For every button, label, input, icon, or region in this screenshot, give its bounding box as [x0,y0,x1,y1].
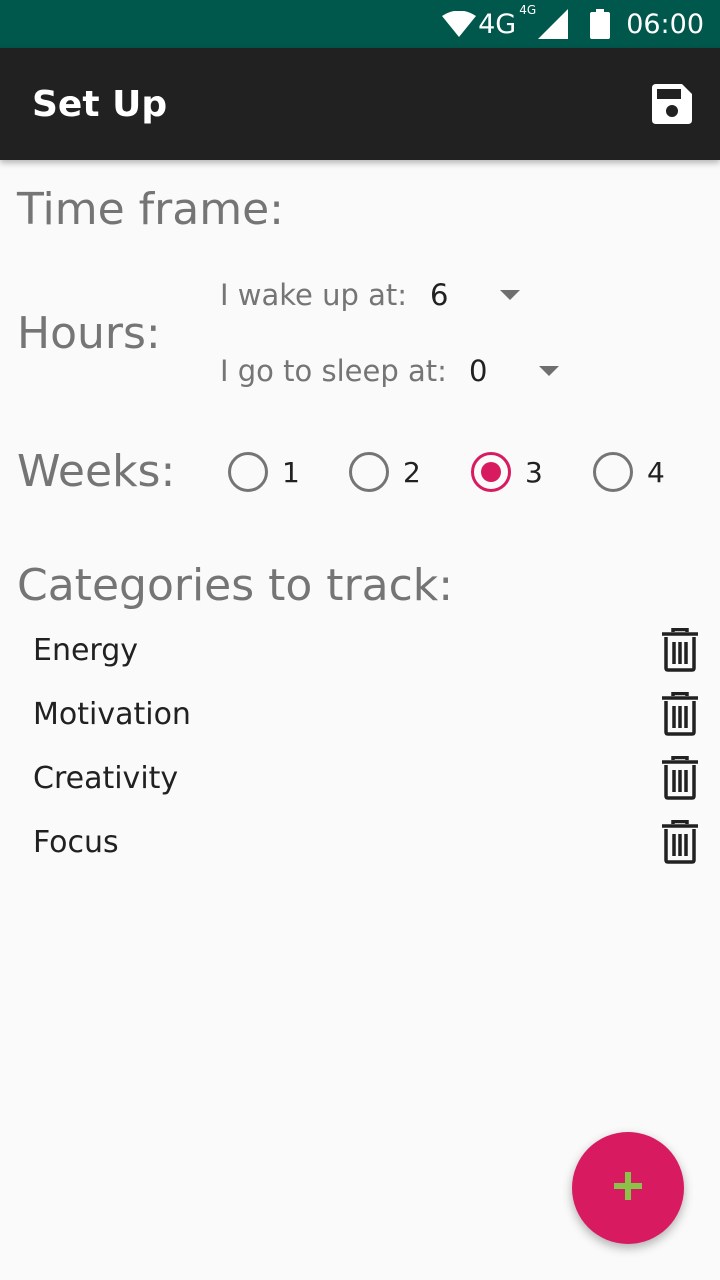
sleep-value: 0 [469,354,488,388]
wake-label: I wake up at: [220,278,407,312]
wake-spinner[interactable]: 6 [430,278,520,312]
wake-value: 6 [430,278,449,312]
trash-icon[interactable] [660,627,700,672]
radio-label: 1 [282,455,300,489]
radio-circle [471,452,511,492]
app-bar: Set Up [0,48,720,160]
trash-icon[interactable] [660,819,700,864]
status-bar: 4G 4G 06:00 [0,0,720,48]
network-type-small: 4G [519,2,537,17]
hours-label: Hours: [17,308,161,359]
radio-label: 3 [525,455,543,489]
sleep-label: I go to sleep at: [220,354,447,388]
radio-circle [349,452,389,492]
weeks-radio-3[interactable]: 3 [471,452,543,492]
category-name: Focus [33,824,119,860]
add-category-button[interactable] [572,1132,684,1244]
categories-title: Categories to track: [17,560,454,611]
weeks-radio-4[interactable]: 4 [593,452,665,492]
trash-icon[interactable] [660,755,700,800]
list-item: Energy [0,618,720,682]
app-title: Set Up [32,83,168,125]
status-time: 06:00 [626,8,704,40]
list-item: Motivation [0,682,720,746]
list-item: Creativity [0,746,720,810]
radio-label: 4 [647,455,665,489]
trash-icon[interactable] [660,691,700,736]
battery-icon [590,9,611,39]
network-type: 4G 4G [478,2,537,40]
list-item: Focus [0,810,720,874]
radio-circle [228,452,268,492]
sleep-spinner[interactable]: 0 [469,354,559,388]
weeks-radio-2[interactable]: 2 [349,452,421,492]
category-name: Creativity [33,760,179,796]
signal-icon [538,9,569,39]
category-name: Motivation [33,696,191,732]
chevron-down-icon [500,290,520,300]
radio-circle [593,452,633,492]
weeks-label: Weeks: [17,446,176,497]
save-icon[interactable] [652,84,692,124]
wifi-icon [442,11,477,37]
category-name: Energy [33,632,139,668]
chevron-down-icon [539,366,559,376]
time-frame-title: Time frame: [17,184,284,235]
plus-icon [614,1172,642,1204]
radio-label: 2 [403,455,421,489]
weeks-radio-1[interactable]: 1 [228,452,300,492]
